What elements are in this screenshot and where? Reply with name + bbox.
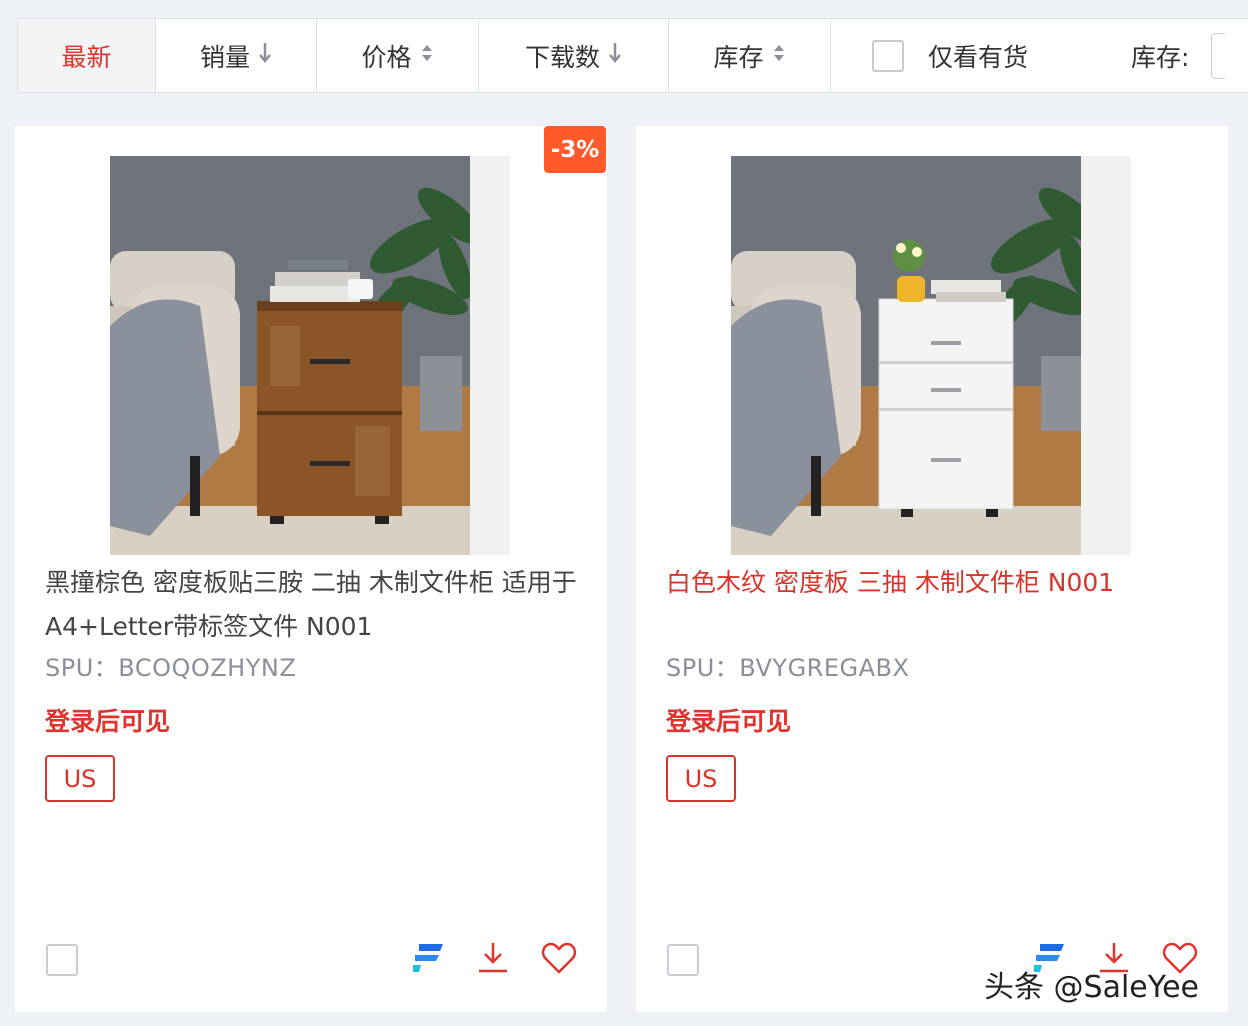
in-stock-checkbox[interactable] bbox=[872, 39, 904, 72]
sort-sales[interactable]: 销量 bbox=[156, 19, 317, 92]
product-title[interactable]: 白色木纹 密度板 三抽 木制文件柜 N001 bbox=[666, 561, 1206, 605]
product-spu: SPU：BCOQOZHYNZ bbox=[45, 654, 297, 682]
in-stock-filter[interactable]: 仅看有货 bbox=[831, 19, 1121, 92]
sort-updown-icon bbox=[420, 42, 434, 69]
region-tag: US bbox=[45, 755, 115, 802]
watermark: 头条 @SaleYee bbox=[984, 970, 1200, 1005]
arrow-down-icon bbox=[258, 42, 272, 69]
heart-icon[interactable] bbox=[541, 940, 577, 976]
select-checkbox[interactable] bbox=[46, 944, 78, 976]
login-to-view-price[interactable]: 登录后可见 bbox=[45, 702, 170, 738]
sort-updown-icon bbox=[772, 42, 786, 69]
select-checkbox[interactable] bbox=[667, 944, 699, 976]
region-tag: US bbox=[666, 755, 736, 802]
stock-input[interactable] bbox=[1211, 32, 1226, 79]
login-to-view-price[interactable]: 登录后可见 bbox=[666, 702, 791, 738]
discount-badge: -3% bbox=[544, 126, 606, 173]
stock-filter-label: 库存: bbox=[1131, 42, 1190, 72]
sort-price[interactable]: 价格 bbox=[317, 19, 479, 92]
sort-price-label: 价格 bbox=[361, 42, 412, 72]
card-actions bbox=[409, 940, 577, 976]
sort-stock-label: 库存 bbox=[713, 42, 764, 72]
sort-newest[interactable]: 最新 bbox=[18, 19, 156, 92]
stock-filter: 库存: bbox=[1131, 19, 1226, 92]
arrow-down-icon bbox=[608, 42, 622, 69]
product-spu: SPU：BVYGREGABX bbox=[666, 654, 910, 682]
sort-stock[interactable]: 库存 bbox=[669, 19, 831, 92]
sort-sales-label: 销量 bbox=[199, 42, 250, 72]
in-stock-label: 仅看有货 bbox=[928, 42, 1029, 72]
product-card[interactable]: 白色木纹 密度板 三抽 木制文件柜 N001 SPU：BVYGREGABX 登录… bbox=[636, 126, 1228, 1012]
sort-newest-label: 最新 bbox=[61, 42, 112, 72]
sort-downloads[interactable]: 下载数 bbox=[479, 19, 669, 92]
product-image[interactable] bbox=[110, 156, 510, 555]
product-image[interactable] bbox=[731, 156, 1131, 555]
download-icon[interactable] bbox=[475, 940, 511, 976]
sort-bar: 最新 销量 价格 下载数 库存 仅看有货 库存: bbox=[17, 18, 1248, 93]
product-card[interactable]: -3% 黑撞棕色 密度板贴三胺 二抽 木制文件柜 适用于A4+Letter带标签… bbox=[15, 126, 607, 1012]
product-title[interactable]: 黑撞棕色 密度板贴三胺 二抽 木制文件柜 适用于A4+Letter带标签文件 N… bbox=[45, 561, 585, 649]
sort-downloads-label: 下载数 bbox=[524, 42, 600, 72]
f-brand-icon[interactable] bbox=[409, 940, 445, 976]
